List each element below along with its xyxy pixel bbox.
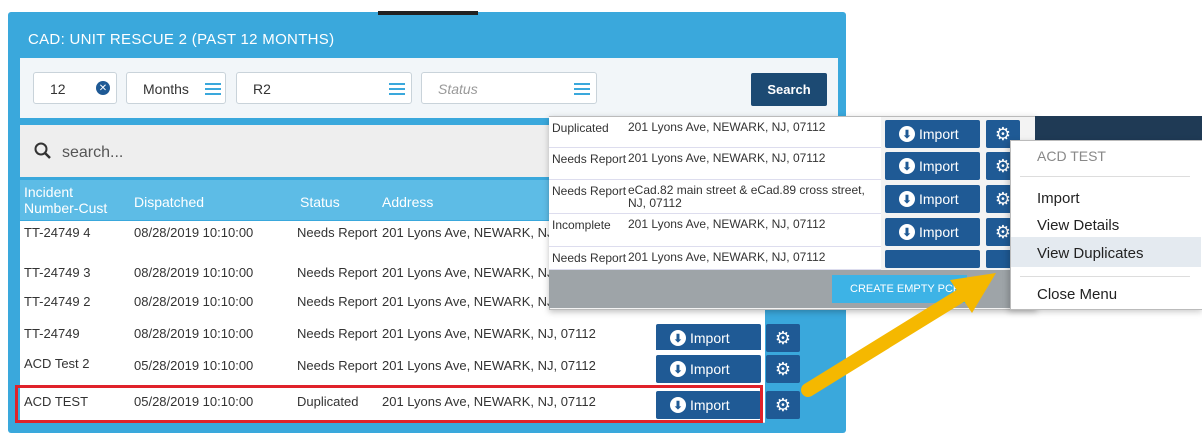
popup-import-button[interactable]: ⬇ Import bbox=[885, 185, 980, 213]
status-cell: Needs Report bbox=[297, 294, 378, 309]
incident-cell: TT-24749 2 bbox=[24, 294, 91, 309]
address-cell: 201 Lyons Ave, NEWARK, NJ, 0 bbox=[382, 265, 568, 280]
top-notch bbox=[378, 11, 478, 15]
popup-status: Needs Report bbox=[552, 184, 627, 198]
popup-row[interactable]: Duplicated 201 Lyons Ave, NEWARK, NJ, 07… bbox=[549, 117, 881, 148]
address-cell: 201 Lyons Ave, NEWARK, NJ, 07112 bbox=[382, 358, 596, 373]
download-icon: ⬇ bbox=[899, 224, 915, 240]
col-incident[interactable]: Incident Number-Cust bbox=[24, 184, 124, 216]
address-cell: 201 Lyons Ave, NEWARK, NJ, 0 bbox=[382, 225, 568, 240]
count-value: 12 bbox=[50, 81, 66, 97]
download-icon: ⬇ bbox=[899, 191, 915, 207]
popup-row[interactable]: Incomplete 201 Lyons Ave, NEWARK, NJ, 07… bbox=[549, 214, 881, 247]
unit-code-select[interactable]: R2 bbox=[236, 72, 412, 104]
table-row[interactable]: TT-24749 08/28/2019 10:10:00 Needs Repor… bbox=[20, 314, 800, 352]
search-input[interactable]: search... bbox=[62, 144, 123, 162]
col-address[interactable]: Address bbox=[382, 194, 433, 210]
incident-cell: TT-24749 4 bbox=[24, 225, 91, 240]
menu-item-import[interactable]: Import bbox=[1037, 190, 1080, 207]
popup-status: Incomplete bbox=[552, 218, 611, 232]
status-cell: Needs Report bbox=[297, 326, 378, 341]
popup-row[interactable]: Needs Report 201 Lyons Ave, NEWARK, NJ, … bbox=[549, 247, 881, 270]
window-title: CAD: UNIT RESCUE 2 (PAST 12 MONTHS) bbox=[28, 31, 335, 48]
unit-select[interactable]: Months bbox=[126, 72, 226, 104]
popup-address: 201 Lyons Ave, NEWARK, NJ, 07112 bbox=[628, 151, 826, 165]
list-icon bbox=[389, 83, 405, 95]
download-icon: ⬇ bbox=[899, 158, 915, 174]
status-select[interactable]: Status bbox=[421, 72, 597, 104]
col-dispatched[interactable]: Dispatched bbox=[134, 194, 204, 210]
menu-item-view-details[interactable]: View Details bbox=[1037, 217, 1119, 234]
popup-address: 201 Lyons Ave, NEWARK, NJ, 07112 bbox=[628, 250, 826, 264]
callout-arrow-icon bbox=[801, 273, 996, 397]
popup-row[interactable]: Needs Report eCad.82 main street & eCad.… bbox=[549, 180, 881, 214]
list-icon bbox=[574, 83, 590, 95]
list-icon bbox=[205, 83, 221, 95]
popup-import-button[interactable] bbox=[885, 250, 980, 268]
table-row[interactable]: ACD Test 2 05/28/2019 10:10:00 Needs Rep… bbox=[20, 350, 800, 387]
search-icon bbox=[34, 142, 51, 159]
incident-cell: TT-24749 bbox=[24, 326, 80, 341]
popup-status: Needs Report bbox=[552, 251, 627, 265]
status-cell: Needs Report bbox=[297, 358, 378, 373]
count-field[interactable]: 12 ✕ bbox=[33, 72, 117, 104]
dispatched-cell: 08/28/2019 10:10:00 bbox=[134, 294, 254, 309]
dispatched-cell: 05/28/2019 10:10:00 bbox=[134, 358, 254, 373]
popup-address: 201 Lyons Ave, NEWARK, NJ, 07112 bbox=[628, 120, 826, 134]
download-icon: ⬇ bbox=[670, 361, 686, 377]
import-button[interactable]: ⬇ Import bbox=[656, 324, 761, 352]
dispatched-cell: 08/28/2019 10:10:00 bbox=[134, 265, 254, 280]
search-button[interactable]: Search bbox=[751, 73, 827, 106]
popup-row[interactable]: Needs Report 201 Lyons Ave, NEWARK, NJ, … bbox=[549, 148, 881, 180]
unit-label: Months bbox=[143, 81, 189, 97]
address-cell: 201 Lyons Ave, NEWARK, NJ, 07112 bbox=[382, 326, 596, 341]
menu-header: ACD TEST bbox=[1037, 148, 1106, 164]
gear-icon[interactable]: ⚙ bbox=[766, 324, 800, 352]
incident-cell: ACD Test 2 bbox=[24, 356, 90, 371]
popup-status: Needs Report bbox=[552, 152, 627, 166]
popup-import-button[interactable]: ⬇ Import bbox=[885, 120, 980, 148]
address-cell: 201 Lyons Ave, NEWARK, NJ, 0 bbox=[382, 294, 568, 309]
download-icon: ⬇ bbox=[670, 330, 686, 346]
popup-import-button[interactable]: ⬇ Import bbox=[885, 152, 980, 180]
popup-address: 201 Lyons Ave, NEWARK, NJ, 07112 bbox=[628, 217, 826, 231]
download-icon: ⬇ bbox=[899, 126, 915, 142]
gear-icon[interactable]: ⚙ bbox=[766, 355, 800, 383]
clear-icon[interactable]: ✕ bbox=[96, 81, 110, 95]
dispatched-cell: 08/28/2019 10:10:00 bbox=[134, 326, 254, 341]
popup-import-button[interactable]: ⬇ Import bbox=[885, 218, 980, 246]
menu-divider bbox=[1020, 176, 1190, 177]
gear-icon[interactable]: ⚙ bbox=[766, 391, 800, 419]
unit-code: R2 bbox=[253, 81, 271, 97]
menu-item-view-duplicates[interactable]: View Duplicates bbox=[1037, 245, 1143, 262]
col-status[interactable]: Status bbox=[300, 194, 340, 210]
highlight-box bbox=[15, 385, 763, 423]
status-placeholder: Status bbox=[438, 81, 478, 97]
dispatched-cell: 08/28/2019 10:10:00 bbox=[134, 225, 254, 240]
status-cell: Needs Report bbox=[297, 265, 378, 280]
popup-status: Duplicated bbox=[552, 121, 609, 135]
incident-cell: TT-24749 3 bbox=[24, 265, 91, 280]
status-cell: Needs Report bbox=[297, 225, 378, 240]
import-button[interactable]: ⬇ Import bbox=[656, 355, 761, 383]
popup-address: eCad.82 main street & eCad.89 cross stre… bbox=[628, 183, 865, 210]
